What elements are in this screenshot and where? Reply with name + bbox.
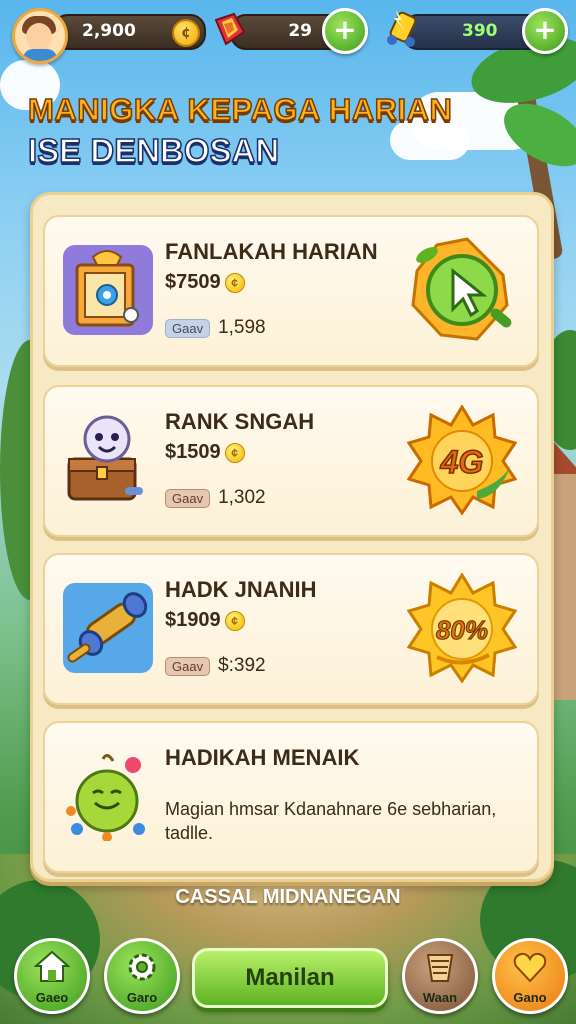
treasure-cabinet-icon (63, 245, 153, 335)
slime-mascot-icon (66, 754, 145, 841)
sunburst-badge-icon[interactable]: 4G (407, 405, 517, 515)
offer-price: $1509 ¢ (165, 441, 245, 464)
nav-settings-label: Garo (126, 990, 158, 1005)
offer-card[interactable]: RANK SNGAH $1509 ¢ Gaav 1,302 4G (43, 385, 539, 537)
offer-description: Magian hmsar Kdanahnare 6e sebharian, ta… (165, 799, 497, 843)
nav-home-label: Gaeo (35, 990, 69, 1005)
offer-card[interactable]: HADIKAH MENAIK Magian hmsar Kdanahnare 6… (43, 721, 539, 873)
page-title: MANIGKA KEPAGA HARIAN (27, 91, 453, 128)
player-avatar[interactable] (12, 8, 68, 64)
tag-chip: Gaav (165, 656, 211, 676)
gem-value: 29 (288, 21, 312, 41)
offer-name: RANK SNGAH (165, 409, 315, 434)
offer-name: FANLAKAH HARIAN (165, 239, 378, 264)
add-energy-button[interactable]: + (522, 8, 568, 54)
nav-home-button[interactable]: Gaeo (14, 938, 90, 1014)
offer-card[interactable]: FANLAKAH HARIAN $7509 ¢ Gaav 1,598 (43, 215, 539, 367)
ruby-icon (214, 12, 246, 46)
offer-price: $7509 ¢ (165, 271, 245, 294)
coin-icon: ¢ (224, 272, 245, 293)
nav-shop-label: Waan (422, 990, 458, 1005)
energy-value: 390 (462, 21, 498, 41)
tag-value: $:392 (218, 655, 266, 676)
energy-icon (387, 10, 417, 47)
offer-price: $1909 ¢ (165, 609, 245, 632)
coin-icon: ¢ (224, 610, 245, 631)
basket-icon (426, 954, 454, 982)
coin-value: 2,900 (82, 21, 136, 41)
footer-caption: CASSAL MIDNANEGAN (175, 886, 401, 908)
tag-value: 1,302 (218, 487, 266, 508)
page-subtitle: ISE DENBOSAN (27, 131, 280, 170)
badge-text: 80% (436, 615, 488, 645)
offer-tag: Gaav $:392 (165, 655, 266, 677)
tag-value: 1,598 (218, 317, 266, 338)
nav-favorites-label: Gano (513, 990, 547, 1005)
main-action-button[interactable]: Manilan (192, 948, 388, 1008)
nav-settings-button[interactable]: Garo (104, 938, 180, 1014)
coin-counter: 2,900 ¢ (52, 14, 206, 50)
offers-panel: FANLAKAH HARIAN $7509 ¢ Gaav 1,598 RANK S… (30, 192, 554, 882)
badge-text: 4G (440, 444, 484, 480)
heart-icon (513, 952, 547, 983)
offer-tag: Gaav 1,302 (165, 487, 266, 509)
cursor-click-icon[interactable] (407, 235, 517, 345)
coin-icon: ¢ (224, 442, 245, 463)
nav-favorites-button[interactable]: Gano (492, 938, 568, 1014)
offer-name: HADIKAH MENAIK (165, 745, 360, 770)
discount-badge-icon[interactable]: 80% (407, 573, 517, 683)
chest-mascot-icon (67, 415, 143, 501)
nav-shop-button[interactable]: Waan (402, 938, 478, 1014)
offer-card[interactable]: HADK JNANIH $1909 ¢ Gaav $:392 80% (43, 553, 539, 705)
top-bar: 2,900 ¢ 29 + 390 + (8, 8, 568, 64)
gear-icon (128, 953, 156, 981)
tag-chip: Gaav (165, 318, 211, 338)
scroll-cannon-icon (63, 583, 153, 673)
tag-chip: Gaav (165, 488, 211, 508)
coin-icon: ¢ (172, 19, 200, 47)
add-gems-button[interactable]: + (322, 8, 368, 54)
offer-tag: Gaav 1,598 (165, 317, 266, 339)
offer-name: HADK JNANIH (165, 577, 317, 602)
home-icon (34, 950, 70, 982)
